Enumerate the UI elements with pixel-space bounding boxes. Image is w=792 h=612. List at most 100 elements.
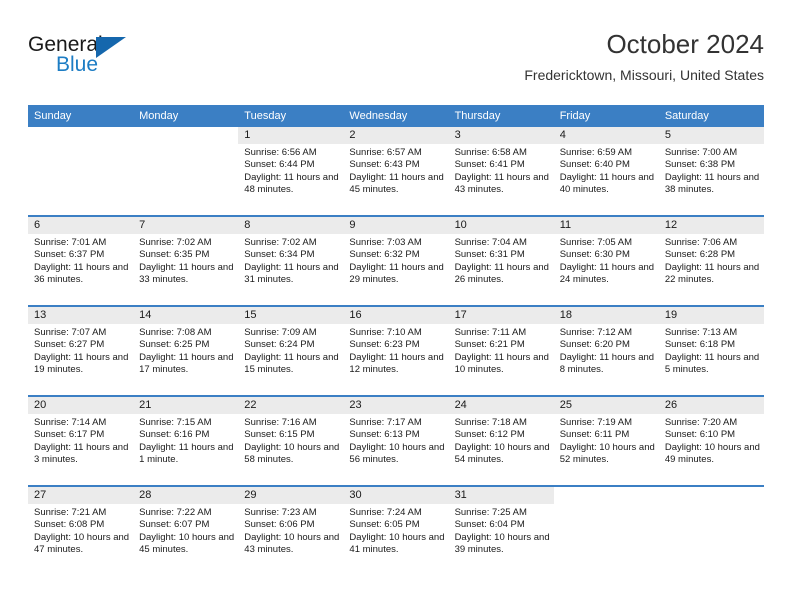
calendar-day-cell[interactable]: 21 Sunrise: 7:15 AM Sunset: 6:16 PM Dayligh… [133, 395, 239, 486]
daylight-text: Daylight: 11 hours and 36 minutes. [34, 261, 129, 286]
calendar-day-cell[interactable]: 20 Sunrise: 7:14 AM Sunset: 6:17 PM Dayligh… [28, 395, 134, 486]
sunset-text: Sunset: 6:25 PM [139, 339, 210, 351]
sunrise-text: Sunrise: 7:20 AM [664, 417, 738, 428]
calendar-day-cell[interactable]: 14 Sunrise: 7:08 AM Sunset: 6:25 PM Dayligh… [133, 305, 239, 396]
day-details: Sunrise: 7:24 AM Sunset: 6:05 PM Daylight:… [343, 504, 448, 557]
calendar-day-cell[interactable]: 15 Sunrise: 7:09 AM Sunset: 6:24 PM Dayligh… [238, 305, 344, 396]
day-number: 23 [343, 397, 449, 414]
sunset-text: Sunset: 6:13 PM [349, 429, 420, 441]
calendar-day-cell[interactable]: 27 Sunrise: 7:21 AM Sunset: 6:08 PM Dayligh… [28, 485, 134, 575]
day-number: 3 [448, 127, 554, 144]
calendar-day-cell[interactable]: 2 Sunrise: 6:57 AM Sunset: 6:43 PM Daylight… [343, 127, 449, 216]
calendar-day-cell[interactable]: 25 Sunrise: 7:19 AM Sunset: 6:11 PM Dayligh… [553, 395, 659, 486]
day-cell-inner: 17 Sunrise: 7:11 AM Sunset: 6:21 PM Dayligh… [448, 307, 554, 395]
general-blue-logo[interactable]: General Blue [28, 34, 148, 86]
day-number: 8 [238, 217, 344, 234]
sunrise-text: Sunrise: 7:02 AM [139, 237, 212, 248]
calendar-day-cell[interactable]: 17 Sunrise: 7:11 AM Sunset: 6:21 PM Dayligh… [448, 305, 554, 396]
calendar-day-cell[interactable]: 8 Sunrise: 7:02 AM Sunset: 6:34 PM Daylight… [238, 215, 344, 306]
calendar-day-cell[interactable]: 13 Sunrise: 7:07 AM Sunset: 6:27 PM Dayligh… [28, 305, 134, 396]
day-details: Sunrise: 7:08 AM Sunset: 6:25 PM Daylight:… [133, 324, 238, 377]
sunset-text: Sunset: 6:38 PM [664, 159, 736, 171]
calendar-day-cell[interactable]: 31 Sunrise: 7:25 AM Sunset: 6:04 PM Dayligh… [448, 485, 554, 575]
calendar-day-cell[interactable]: 19 Sunrise: 7:13 AM Sunset: 6:18 PM Dayligh… [658, 305, 764, 396]
sunrise-text: Sunrise: 7:00 AM [664, 147, 738, 158]
calendar-day-cell[interactable]: 24 Sunrise: 7:18 AM Sunset: 6:12 PM Dayligh… [448, 395, 554, 486]
calendar-day-cell[interactable]: 7 Sunrise: 7:02 AM Sunset: 6:35 PM Daylight… [133, 215, 239, 306]
day-cell-inner: 20 Sunrise: 7:14 AM Sunset: 6:17 PM Dayligh… [28, 397, 134, 485]
sunset-text: Sunset: 6:05 PM [349, 519, 420, 531]
calendar-day-cell[interactable]: 10 Sunrise: 7:04 AM Sunset: 6:31 PM Dayligh… [448, 215, 554, 306]
sunrise-text: Sunrise: 7:08 AM [139, 327, 212, 338]
day-details: Sunrise: 7:22 AM Sunset: 6:07 PM Daylight:… [133, 504, 238, 557]
sunrise-text: Sunrise: 7:13 AM [664, 327, 738, 338]
day-cell-inner [133, 127, 238, 215]
day-number: 31 [448, 487, 554, 504]
daylight-text: Daylight: 10 hours and 49 minutes. [664, 441, 760, 466]
weekday-header-friday: Friday [553, 105, 659, 127]
calendar-day-cell[interactable]: 6 Sunrise: 7:01 AM Sunset: 6:37 PM Daylight… [28, 215, 134, 306]
day-number: 25 [553, 397, 659, 414]
daylight-text: Daylight: 11 hours and 26 minutes. [454, 261, 549, 286]
calendar-day-cell[interactable]: 28 Sunrise: 7:22 AM Sunset: 6:07 PM Dayligh… [133, 485, 239, 575]
day-cell-inner: 14 Sunrise: 7:08 AM Sunset: 6:25 PM Dayligh… [133, 307, 239, 395]
calendar-day-cell[interactable]: 11 Sunrise: 7:05 AM Sunset: 6:30 PM Dayligh… [553, 215, 659, 306]
calendar-day-cell[interactable]: 4 Sunrise: 6:59 AM Sunset: 6:40 PM Daylight… [553, 127, 659, 216]
title-block: October 2024 Fredericktown, Missouri, Un… [524, 28, 764, 84]
sunset-text: Sunset: 6:18 PM [664, 339, 736, 351]
calendar-day-cell[interactable]: 12 Sunrise: 7:06 AM Sunset: 6:28 PM Dayligh… [658, 215, 764, 306]
day-details: Sunrise: 7:01 AM Sunset: 6:37 PM Daylight:… [28, 234, 133, 287]
day-number: 4 [553, 127, 659, 144]
day-cell-inner: 13 Sunrise: 7:07 AM Sunset: 6:27 PM Dayligh… [28, 307, 134, 395]
page-header: General Blue October 2024 Fredericktown,… [28, 28, 764, 98]
sunset-text: Sunset: 6:40 PM [559, 159, 630, 171]
daylight-text: Daylight: 11 hours and 8 minutes. [559, 351, 655, 376]
calendar-day-cell[interactable]: 22 Sunrise: 7:16 AM Sunset: 6:15 PM Dayligh… [238, 395, 344, 486]
day-number [133, 127, 238, 144]
sunrise-text: Sunrise: 7:21 AM [34, 507, 107, 518]
calendar-day-cell[interactable]: 9 Sunrise: 7:03 AM Sunset: 6:32 PM Daylight… [343, 215, 449, 306]
daylight-text: Daylight: 11 hours and 19 minutes. [34, 351, 129, 376]
day-cell-inner: 9 Sunrise: 7:03 AM Sunset: 6:32 PM Daylight… [343, 217, 449, 305]
day-cell-inner: 8 Sunrise: 7:02 AM Sunset: 6:34 PM Daylight… [238, 217, 344, 305]
day-cell-inner: 29 Sunrise: 7:23 AM Sunset: 6:06 PM Dayligh… [238, 487, 344, 575]
daylight-text: Daylight: 11 hours and 24 minutes. [559, 261, 655, 286]
calendar-day-cell[interactable]: 16 Sunrise: 7:10 AM Sunset: 6:23 PM Dayligh… [343, 305, 449, 396]
daylight-text: Daylight: 11 hours and 38 minutes. [664, 171, 760, 196]
day-cell-inner: 1 Sunrise: 6:56 AM Sunset: 6:44 PM Daylight… [238, 127, 344, 215]
day-number: 21 [133, 397, 239, 414]
sunrise-text: Sunrise: 7:24 AM [349, 507, 422, 518]
day-details: Sunrise: 7:02 AM Sunset: 6:34 PM Daylight:… [238, 234, 343, 287]
calendar-day-cell[interactable]: 29 Sunrise: 7:23 AM Sunset: 6:06 PM Dayligh… [238, 485, 344, 575]
calendar-day-cell[interactable]: 30 Sunrise: 7:24 AM Sunset: 6:05 PM Dayligh… [343, 485, 449, 575]
sunrise-text: Sunrise: 7:17 AM [349, 417, 422, 428]
daylight-text: Daylight: 11 hours and 15 minutes. [244, 351, 339, 376]
day-cell-inner: 23 Sunrise: 7:17 AM Sunset: 6:13 PM Dayligh… [343, 397, 449, 485]
calendar-day-cell[interactable]: 26 Sunrise: 7:20 AM Sunset: 6:10 PM Dayligh… [658, 395, 764, 486]
sunset-text: Sunset: 6:07 PM [139, 519, 210, 531]
weekday-header-tuesday: Tuesday [238, 105, 344, 127]
sunset-text: Sunset: 6:24 PM [244, 339, 315, 351]
sunrise-text: Sunrise: 6:56 AM [244, 147, 317, 158]
daylight-text: Daylight: 11 hours and 3 minutes. [34, 441, 129, 466]
daylight-text: Daylight: 11 hours and 5 minutes. [664, 351, 760, 376]
calendar-day-cell-empty [658, 485, 764, 575]
day-number: 7 [133, 217, 239, 234]
calendar-day-cell[interactable]: 23 Sunrise: 7:17 AM Sunset: 6:13 PM Dayligh… [343, 395, 449, 486]
calendar-day-cell[interactable]: 18 Sunrise: 7:12 AM Sunset: 6:20 PM Dayligh… [553, 305, 659, 396]
sunset-text: Sunset: 6:35 PM [139, 249, 210, 261]
day-details: Sunrise: 6:59 AM Sunset: 6:40 PM Daylight:… [554, 144, 659, 197]
daylight-text: Daylight: 10 hours and 45 minutes. [139, 531, 235, 556]
calendar-day-cell[interactable]: 5 Sunrise: 7:00 AM Sunset: 6:38 PM Daylight… [658, 127, 764, 216]
calendar-day-cell-empty [133, 127, 238, 216]
sunset-text: Sunset: 6:20 PM [559, 339, 630, 351]
calendar-day-cell[interactable]: 3 Sunrise: 6:58 AM Sunset: 6:41 PM Daylight… [448, 127, 554, 216]
daylight-text: Daylight: 11 hours and 1 minute. [139, 441, 234, 466]
day-details: Sunrise: 7:03 AM Sunset: 6:32 PM Daylight:… [343, 234, 448, 287]
sunset-text: Sunset: 6:04 PM [454, 519, 525, 531]
daylight-text: Daylight: 11 hours and 17 minutes. [139, 351, 234, 376]
day-cell-inner: 19 Sunrise: 7:13 AM Sunset: 6:18 PM Dayligh… [658, 307, 764, 395]
daylight-text: Daylight: 10 hours and 47 minutes. [34, 531, 130, 556]
calendar-day-cell[interactable]: 1 Sunrise: 6:56 AM Sunset: 6:44 PM Daylight… [238, 127, 344, 216]
page-subtitle: Fredericktown, Missouri, United States [524, 67, 764, 83]
